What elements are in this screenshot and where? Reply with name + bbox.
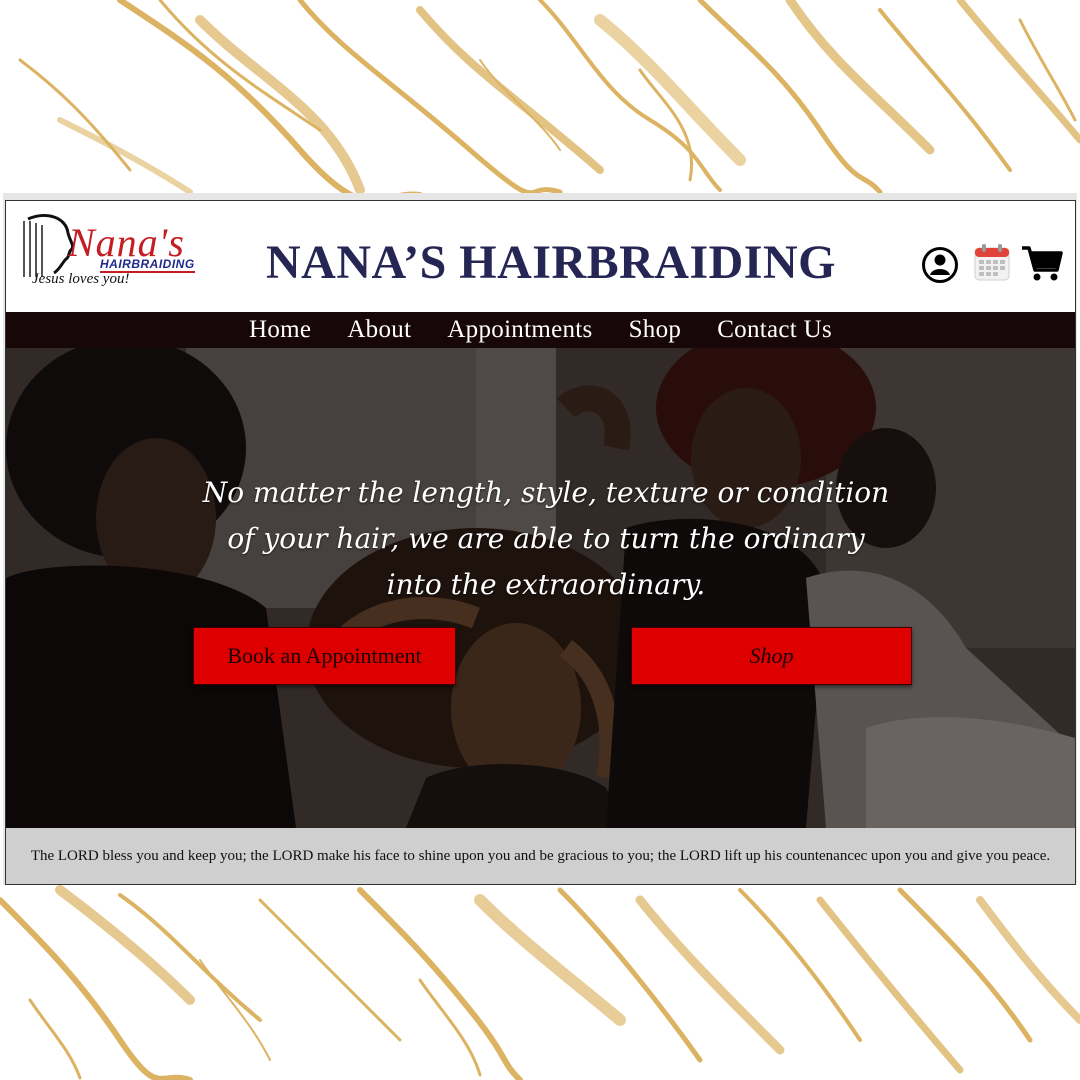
- cart-icon[interactable]: [1021, 244, 1063, 282]
- nav-home[interactable]: Home: [249, 316, 311, 344]
- footer-verse: The LORD bless you and keep you; the LOR…: [6, 828, 1075, 884]
- book-appointment-button[interactable]: Book an Appointment: [193, 627, 456, 685]
- logo-tagline: Jesus loves you!: [32, 271, 130, 287]
- hero-section: No matter the length, style, texture or …: [6, 348, 1075, 828]
- site-header: Nana's HAIRBRAIDING Jesus loves you! NAN…: [6, 201, 1075, 312]
- brand-logo[interactable]: Nana's HAIRBRAIDING Jesus loves you!: [16, 209, 226, 291]
- site-title: NANA’S HAIRBRAIDING: [266, 236, 836, 289]
- shop-button[interactable]: Shop: [631, 627, 912, 685]
- user-icon[interactable]: [921, 246, 959, 284]
- nav-appointments[interactable]: Appointments: [447, 316, 592, 344]
- main-nav: Home About Appointments Shop Contact Us: [6, 312, 1075, 348]
- nav-about[interactable]: About: [347, 316, 411, 344]
- hero-tagline: No matter the length, style, texture or …: [202, 476, 890, 601]
- website-screenshot: Nana's HAIRBRAIDING Jesus loves you! NAN…: [5, 200, 1076, 885]
- nav-shop[interactable]: Shop: [629, 316, 682, 344]
- calendar-icon[interactable]: [974, 244, 1010, 282]
- nav-contact-us[interactable]: Contact Us: [717, 316, 832, 344]
